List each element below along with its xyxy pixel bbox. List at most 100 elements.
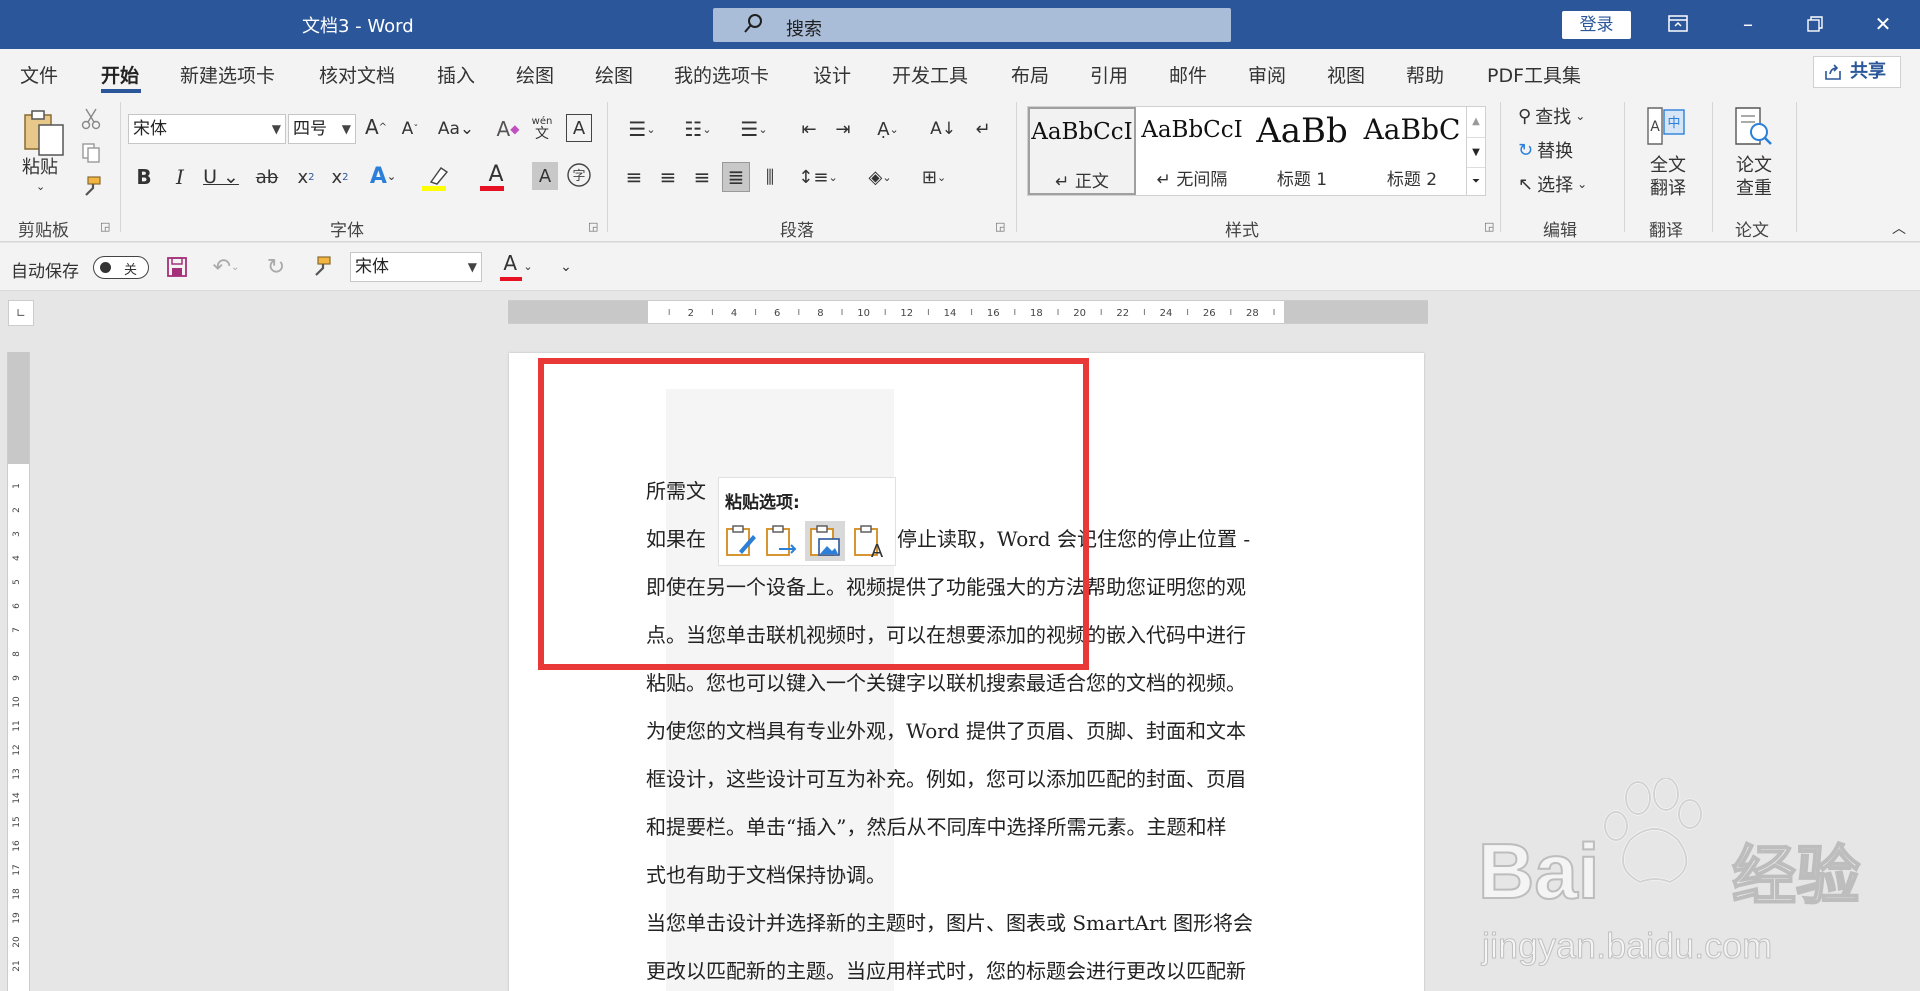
format-painter-qab-icon[interactable] bbox=[306, 253, 336, 281]
doc-line[interactable]: 式也有助于文档保持协调。 bbox=[646, 859, 1290, 888]
font-launcher-icon[interactable]: ◲ bbox=[588, 220, 598, 233]
styles-launcher-icon[interactable]: ◲ bbox=[1484, 220, 1494, 233]
font-name-select[interactable]: 宋体 ▼ bbox=[128, 114, 286, 144]
italic-icon[interactable]: I bbox=[166, 162, 194, 192]
increase-indent-icon[interactable]: ⇥ bbox=[828, 114, 858, 144]
search-box[interactable]: 搜索 bbox=[713, 8, 1231, 42]
doc-line[interactable]: 更改以匹配新的主题。当应用样式时，您的标题会进行更改以匹配新 bbox=[646, 955, 1290, 984]
bullets-icon[interactable]: ☰ ⌄ bbox=[620, 114, 664, 144]
borders-icon[interactable]: ⊞ ⌄ bbox=[912, 162, 956, 192]
phonetic-guide-icon[interactable]: wén 文 bbox=[528, 112, 556, 144]
doc-line[interactable]: 框设计，这些设计可互为补充。例如，您可以添加匹配的封面、页眉 bbox=[646, 763, 1290, 792]
plagiarism-check-label[interactable]: 论文 查重 bbox=[1732, 154, 1776, 200]
strikethrough-icon[interactable]: ab bbox=[252, 162, 282, 192]
plagiarism-check-icon[interactable] bbox=[1730, 104, 1774, 148]
change-case-icon[interactable]: Aa⌄ bbox=[434, 114, 478, 144]
numbering-icon[interactable]: ☷ ⌄ bbox=[676, 114, 720, 144]
share-button[interactable]: 共享 bbox=[1813, 56, 1901, 88]
qab-font-select[interactable]: 宋体 ▼ bbox=[350, 252, 482, 282]
character-border-icon[interactable]: A bbox=[566, 114, 592, 142]
style-heading-1[interactable]: AaBb 标题 1 bbox=[1248, 107, 1356, 195]
tab-selector[interactable]: ∟ bbox=[8, 300, 34, 326]
distributed-icon[interactable]: ⫼ bbox=[756, 162, 784, 192]
paragraph-launcher-icon[interactable]: ◲ bbox=[995, 220, 1005, 233]
doc-line[interactable]: 当您单击设计并选择新的主题时，图片、图表或 SmartArt 图形将会 bbox=[646, 907, 1290, 936]
style-heading-2[interactable]: AaBbC 标题 2 bbox=[1358, 107, 1466, 195]
doc-line[interactable]: 为使您的文档具有专业外观，Word 提供了页眉、页脚、封面和文本 bbox=[646, 715, 1290, 744]
align-right-icon[interactable]: ≡ bbox=[688, 162, 716, 192]
copy-icon[interactable] bbox=[78, 140, 104, 166]
font-size-select[interactable]: 四号 ▼ bbox=[288, 114, 356, 144]
tab-proofread[interactable]: 核对文档 bbox=[319, 61, 395, 88]
ribbon-display-options-icon[interactable] bbox=[1648, 0, 1708, 49]
tab-developer[interactable]: 开发工具 bbox=[892, 61, 968, 88]
tab-new-tab[interactable]: 新建选项卡 bbox=[180, 61, 275, 88]
justify-icon[interactable]: ≣ bbox=[722, 162, 750, 192]
collapse-ribbon-icon[interactable]: ︿ bbox=[1892, 218, 1906, 238]
tab-draw[interactable]: 绘图 bbox=[516, 61, 554, 88]
scroll-down-icon[interactable]: ▼ bbox=[1467, 137, 1485, 167]
character-spacing-icon[interactable]: Ạ ⌄ bbox=[866, 114, 910, 144]
cut-icon[interactable] bbox=[78, 106, 104, 132]
subscript-icon[interactable]: x2 bbox=[292, 162, 320, 192]
login-button[interactable]: 登录 bbox=[1562, 11, 1631, 39]
sort-icon[interactable]: A↓ bbox=[928, 114, 958, 144]
paste-label[interactable]: 粘贴 bbox=[22, 156, 58, 179]
style-no-spacing[interactable]: AaBbCcI ↵ 无间隔 bbox=[1138, 107, 1246, 195]
clipboard-launcher-icon[interactable]: ◲ bbox=[100, 220, 110, 233]
tab-my-tab[interactable]: 我的选项卡 bbox=[674, 61, 769, 88]
doc-line[interactable]: 和提要栏。单击“插入”，然后从不同库中选择所需元素。主题和样 bbox=[646, 811, 1290, 840]
character-shading-icon[interactable]: A bbox=[532, 162, 558, 190]
customize-qab-icon[interactable]: ⌄ bbox=[554, 253, 578, 281]
style-normal[interactable]: AaBbCcI ↵ 正文 bbox=[1028, 107, 1136, 195]
replace-button[interactable]: ↻ 替换 bbox=[1518, 136, 1573, 164]
shading-icon[interactable]: ◈ ⌄ bbox=[858, 162, 902, 192]
superscript-icon[interactable]: x2 bbox=[326, 162, 354, 192]
save-icon[interactable] bbox=[163, 253, 191, 281]
styles-more-icon[interactable]: ⏷ bbox=[1467, 167, 1485, 195]
bold-icon[interactable]: B bbox=[130, 162, 158, 192]
redo-icon[interactable]: ↻ bbox=[262, 253, 290, 281]
show-marks-icon[interactable]: ↵ bbox=[968, 114, 998, 144]
tab-help[interactable]: 帮助 bbox=[1406, 61, 1444, 88]
tab-pdf-tools[interactable]: PDF工具集 bbox=[1487, 61, 1581, 88]
text-effects-icon[interactable]: A ⌄ bbox=[362, 160, 404, 192]
font-color-icon[interactable]: A bbox=[476, 160, 516, 194]
tab-insert[interactable]: 插入 bbox=[437, 61, 475, 88]
shrink-font-icon[interactable]: Aˇ bbox=[396, 114, 424, 144]
tab-design[interactable]: 设计 bbox=[813, 61, 851, 88]
select-button[interactable]: ↖ 选择 ⌄ bbox=[1518, 170, 1587, 198]
grow-font-icon[interactable]: A ^ bbox=[362, 112, 390, 142]
underline-icon[interactable]: U ⌄ bbox=[200, 162, 242, 192]
find-button[interactable]: ⚲ 查找 ⌄ bbox=[1518, 102, 1585, 130]
line-spacing-icon[interactable]: ↕≡ ⌄ bbox=[796, 162, 840, 192]
qab-font-color-icon[interactable]: A ⌄ bbox=[496, 251, 540, 283]
paste-icon[interactable] bbox=[18, 106, 70, 160]
undo-icon[interactable]: ↶ ⌄ bbox=[206, 253, 246, 281]
tab-review[interactable]: 审阅 bbox=[1248, 61, 1286, 88]
translate-icon[interactable]: A中 bbox=[1644, 104, 1688, 148]
translate-button-label[interactable]: 全文 翻译 bbox=[1646, 154, 1690, 200]
tab-home[interactable]: 开始 bbox=[101, 61, 139, 88]
format-painter-icon[interactable] bbox=[78, 174, 104, 200]
tab-references[interactable]: 引用 bbox=[1090, 61, 1128, 88]
tab-file[interactable]: 文件 bbox=[20, 61, 58, 88]
align-center-icon[interactable]: ≡ bbox=[654, 162, 682, 192]
autosave-toggle[interactable]: 关 bbox=[93, 256, 149, 279]
highlight-color-icon[interactable] bbox=[418, 160, 462, 194]
scroll-up-icon[interactable]: ▲ bbox=[1467, 107, 1485, 137]
horizontal-ruler[interactable]: 64224681012141618202224262830323436 bbox=[508, 300, 1448, 324]
align-left-icon[interactable]: ≡ bbox=[620, 162, 648, 192]
paste-dropdown-chevron-icon[interactable]: ⌄ bbox=[36, 180, 45, 193]
tab-layout[interactable]: 布局 bbox=[1011, 61, 1049, 88]
vertical-ruler[interactable]: 4321123456789101112131415161718192021 bbox=[7, 352, 30, 991]
tab-view[interactable]: 视图 bbox=[1327, 61, 1365, 88]
minimize-icon[interactable]: – bbox=[1718, 0, 1778, 49]
restore-icon[interactable] bbox=[1785, 0, 1845, 49]
tab-mailings[interactable]: 邮件 bbox=[1169, 61, 1207, 88]
decrease-indent-icon[interactable]: ⇤ bbox=[794, 114, 824, 144]
clear-formatting-icon[interactable]: A ◆ bbox=[494, 114, 522, 144]
enclose-characters-icon[interactable]: 字 bbox=[564, 160, 594, 190]
close-icon[interactable]: ✕ bbox=[1853, 0, 1913, 49]
doc-line[interactable]: 粘贴。您也可以键入一个关键字以联机搜索最适合您的文档的视频。 bbox=[646, 667, 1290, 696]
